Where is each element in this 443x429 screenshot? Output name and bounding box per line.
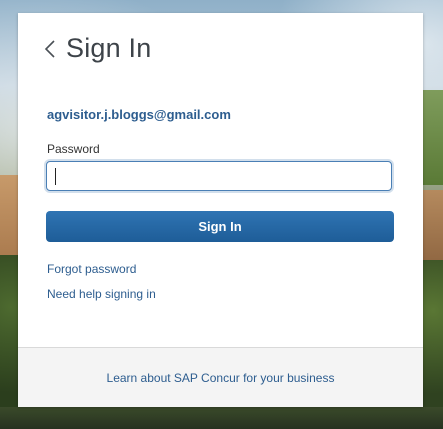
forgot-password-link[interactable]: Forgot password (47, 262, 136, 276)
page-title: Sign In (66, 33, 152, 63)
learn-more-link[interactable]: Learn about SAP Concur for your business (18, 371, 423, 385)
account-email: agvisitor.j.bloggs@gmail.com (47, 107, 231, 122)
signin-card: Sign In agvisitor.j.bloggs@gmail.com Pas… (18, 13, 423, 407)
background-building (423, 190, 443, 265)
background-building (0, 175, 20, 265)
password-input[interactable] (46, 161, 392, 191)
signin-button[interactable]: Sign In (46, 211, 394, 242)
background-trees (423, 260, 443, 429)
card-header: Sign In (44, 33, 151, 64)
card-footer: Learn about SAP Concur for your business (18, 347, 423, 407)
need-help-link[interactable]: Need help signing in (47, 287, 156, 301)
background-ground (0, 407, 443, 429)
chevron-left-icon[interactable] (44, 36, 62, 62)
password-label: Password (47, 142, 100, 156)
background-foliage (423, 90, 443, 185)
text-caret (55, 168, 56, 185)
